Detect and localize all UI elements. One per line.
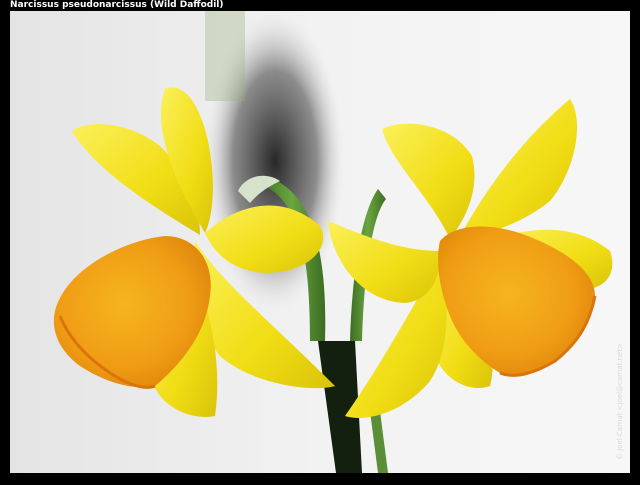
green-blur xyxy=(205,11,245,101)
photo-credit: © Joel Carnat <joel@carnat.net> xyxy=(616,343,624,460)
photo-caption: Narcissus pseudonarcissus (Wild Daffodil… xyxy=(10,0,224,10)
daffodil-photo xyxy=(10,11,630,473)
